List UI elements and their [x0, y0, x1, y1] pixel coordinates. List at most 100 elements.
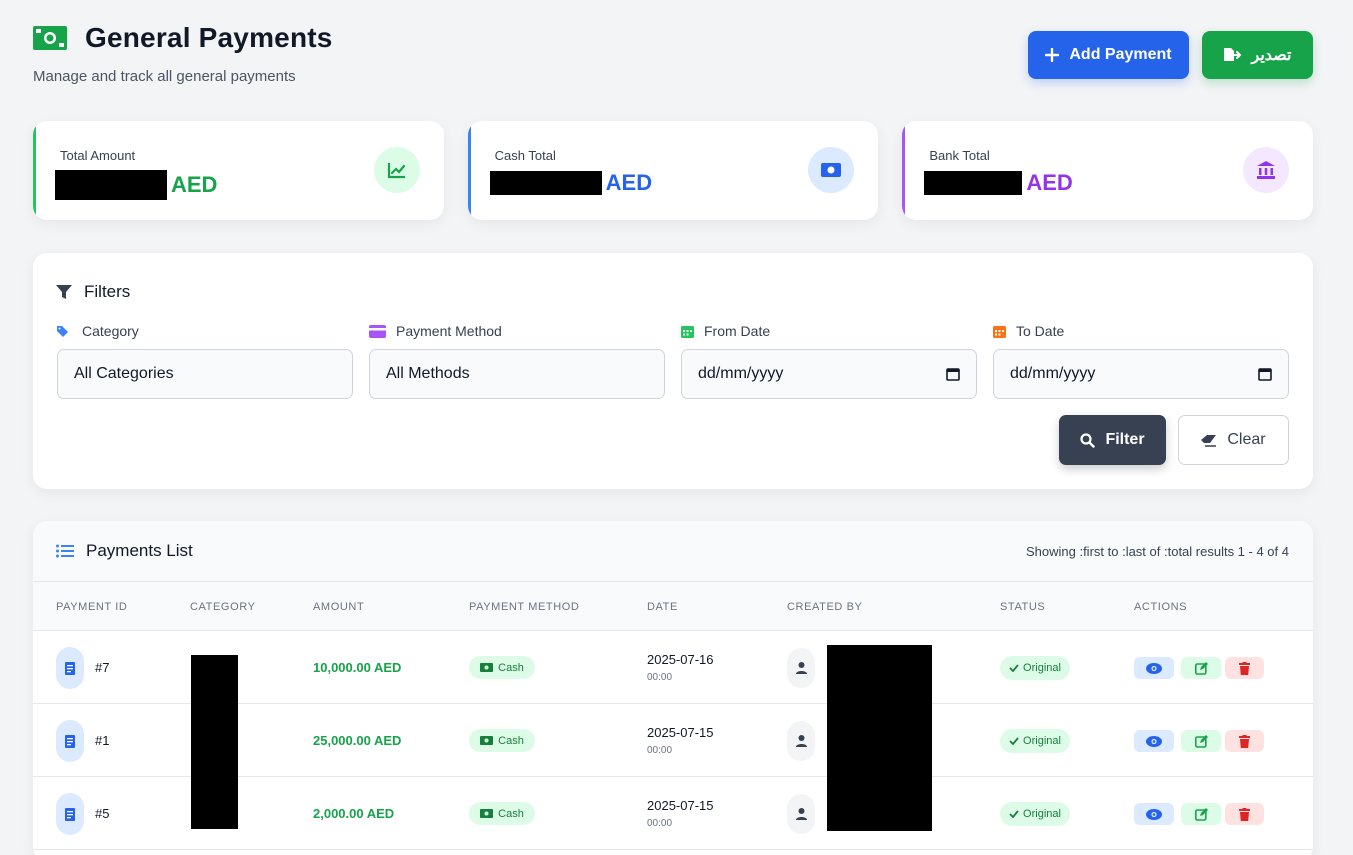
col-created-by[interactable]: CREATED BY: [787, 601, 862, 613]
eraser-icon: [1201, 434, 1217, 447]
cash-currency: AED: [605, 170, 653, 195]
trash-icon: [1239, 661, 1250, 675]
to-date-label: To Date: [1016, 323, 1065, 339]
user-icon: [787, 648, 815, 688]
user-icon: [787, 721, 815, 761]
cash-total-label: Cash Total: [494, 148, 556, 163]
payment-date: 2025-07-16: [647, 652, 714, 667]
payment-time: 00:00: [647, 672, 673, 683]
col-date[interactable]: DATE: [647, 601, 678, 613]
calendar-picker-icon[interactable]: [946, 367, 960, 381]
payment-amount: 25,000.00 AED: [313, 733, 402, 748]
to-date-value: dd/mm/yyyy: [1010, 365, 1096, 382]
method-badge: Cash: [469, 729, 535, 752]
receipt-icon: [56, 720, 84, 762]
bank-total-label: Bank Total: [929, 148, 990, 163]
category-value: All Categories: [74, 365, 174, 382]
check-icon: [1009, 664, 1019, 672]
payment-id: #1: [95, 733, 110, 748]
bank-currency: AED: [1026, 170, 1073, 195]
edit-button[interactable]: [1181, 803, 1221, 825]
table-header: PAYMENT ID CATEGORY AMOUNT PAYMENT METHO…: [33, 582, 1313, 631]
status-label: Original: [1023, 735, 1061, 747]
method-label: Cash: [498, 661, 524, 674]
check-icon: [1009, 810, 1019, 818]
status-label: Original: [1023, 662, 1061, 674]
file-export-icon: [1224, 48, 1242, 61]
view-button[interactable]: [1134, 657, 1174, 679]
add-payment-button[interactable]: Add Payment: [1028, 31, 1189, 79]
method-label: Cash: [498, 734, 524, 747]
total-amount-card: Total Amount AED: [33, 121, 444, 220]
eye-icon: [1146, 662, 1162, 674]
delete-button[interactable]: [1225, 803, 1264, 825]
category-filter: Category All Categories: [57, 323, 353, 399]
export-button[interactable]: تصدير: [1202, 31, 1313, 79]
plus-icon: [1045, 48, 1060, 62]
filter-label: Filter: [1105, 431, 1145, 448]
calendar-picker-icon[interactable]: [1258, 367, 1272, 381]
view-button[interactable]: [1134, 730, 1174, 752]
category-label: Category: [82, 323, 139, 339]
receipt-icon: [56, 647, 84, 689]
money-bill-icon: [480, 809, 494, 818]
status-badge: Original: [1000, 656, 1070, 680]
delete-button[interactable]: [1225, 730, 1264, 752]
from-date-value: dd/mm/yyyy: [698, 365, 784, 382]
receipt-icon: [56, 793, 84, 835]
payment-id: #5: [95, 806, 110, 821]
list-icon: [56, 544, 74, 558]
view-button[interactable]: [1134, 803, 1174, 825]
payments-list: Payments List Showing :first to :last of…: [33, 521, 1313, 855]
add-payment-label: Add Payment: [1069, 46, 1172, 63]
edit-button[interactable]: [1181, 657, 1221, 679]
to-date-input[interactable]: dd/mm/yyyy: [993, 349, 1289, 399]
edit-icon: [1194, 661, 1208, 675]
method-badge: Cash: [469, 802, 535, 825]
payment-amount: 2,000.00 AED: [313, 806, 395, 821]
payment-method-value: All Methods: [386, 365, 470, 382]
chart-line-icon: [373, 147, 420, 193]
filters-title: Filters: [84, 282, 131, 301]
status-badge: Original: [1000, 729, 1070, 753]
clear-button[interactable]: Clear: [1178, 415, 1289, 465]
eye-icon: [1146, 735, 1162, 747]
to-date-filter: To Date dd/mm/yyyy: [993, 323, 1289, 399]
payment-method-filter: Payment Method All Methods: [369, 323, 665, 399]
col-payment-method[interactable]: PAYMENT METHOD: [469, 601, 579, 613]
col-payment-id[interactable]: PAYMENT ID: [56, 601, 127, 613]
tags-icon: [57, 325, 68, 337]
eye-icon: [1146, 808, 1162, 820]
payment-time: 00:00: [647, 745, 673, 756]
trash-icon: [1239, 734, 1250, 748]
col-actions: ACTIONS: [1134, 601, 1188, 613]
method-label: Cash: [498, 807, 524, 820]
delete-button[interactable]: [1225, 657, 1264, 679]
col-amount[interactable]: AMOUNT: [313, 601, 364, 613]
money-bill-wave-icon: [808, 147, 855, 193]
redacted-value: [55, 170, 167, 200]
bank-total-card: Bank Total AED: [902, 121, 1314, 220]
redacted-value: [489, 171, 602, 195]
payment-method-select[interactable]: All Methods: [369, 349, 665, 399]
total-currency: AED: [171, 172, 218, 197]
col-status[interactable]: STATUS: [1000, 601, 1045, 613]
filter-button[interactable]: Filter: [1059, 415, 1166, 465]
cash-total-card: Cash Total AED: [467, 121, 879, 220]
total-amount-label: Total Amount: [60, 148, 136, 163]
category-select[interactable]: All Categories: [57, 349, 353, 399]
search-icon: [1080, 432, 1096, 448]
status-label: Original: [1023, 808, 1061, 820]
edit-icon: [1194, 734, 1208, 748]
trash-icon: [1239, 807, 1250, 821]
redacted-value: [924, 171, 1023, 195]
filters-panel: Filters Category All Categories Payment …: [33, 253, 1313, 489]
edit-button[interactable]: [1181, 730, 1221, 752]
money-bill-icon: [480, 736, 494, 745]
from-date-filter: From Date dd/mm/yyyy: [681, 323, 977, 399]
list-title: Payments List: [86, 541, 193, 560]
col-category[interactable]: CATEGORY: [190, 601, 256, 613]
redacted-created-by-column: [827, 645, 932, 831]
from-date-input[interactable]: dd/mm/yyyy: [681, 349, 977, 399]
credit-card-icon: [369, 324, 386, 338]
